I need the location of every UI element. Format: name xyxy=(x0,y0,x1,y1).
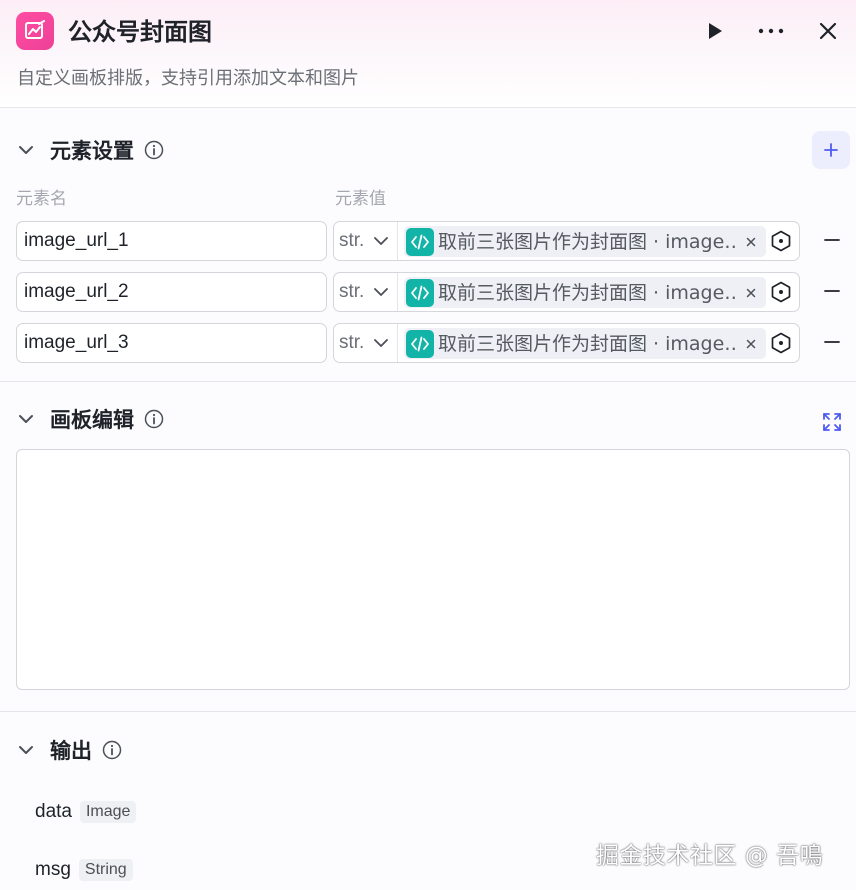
chevron-down-icon[interactable] xyxy=(16,140,36,160)
type-select[interactable]: str. xyxy=(334,222,398,260)
run-button[interactable] xyxy=(700,16,730,46)
add-element-button[interactable] xyxy=(812,131,850,169)
output-name: data xyxy=(35,801,72,822)
reference-label: 取前三张图片作为封面图 · image… xyxy=(438,230,738,253)
variable-picker-icon[interactable] xyxy=(770,281,792,303)
minus-icon xyxy=(824,239,840,241)
output-name: msg xyxy=(35,859,71,880)
output-type-badge: String xyxy=(78,859,133,881)
code-icon xyxy=(406,278,434,307)
close-icon xyxy=(819,22,837,40)
minus-icon xyxy=(824,341,840,343)
remove-reference-icon[interactable] xyxy=(744,337,758,351)
column-header-value: 元素值 xyxy=(335,189,386,209)
element-name-input[interactable]: image_url_1 xyxy=(16,221,327,261)
element-row: image_url_3 str. 取前三张图片作为封面图 · image… xyxy=(16,323,850,363)
reference-tag[interactable]: 取前三张图片作为封面图 · image… xyxy=(404,328,766,359)
element-value-field[interactable]: str. 取前三张图片作为封面图 · image… xyxy=(333,272,800,312)
output-type-badge: Image xyxy=(79,801,137,823)
minus-icon xyxy=(824,290,840,292)
type-select-value: str. xyxy=(339,332,365,353)
remove-row-button[interactable] xyxy=(822,281,842,301)
plus-icon xyxy=(824,143,838,157)
expand-icon[interactable] xyxy=(820,410,844,434)
output-header[interactable]: 输出 xyxy=(16,732,122,768)
reference-tag[interactable]: 取前三张图片作为封面图 · image… xyxy=(404,226,766,257)
info-icon[interactable] xyxy=(102,740,122,760)
variable-picker-icon[interactable] xyxy=(770,230,792,252)
type-select[interactable]: str. xyxy=(334,324,398,362)
canvas-image-icon xyxy=(16,12,54,50)
node-config-panel: 公众号封面图 自定义画板排版，支持引用添加文本和图片 元素设置 元素名 元素值 … xyxy=(0,0,856,890)
element-row: image_url_2 str. 取前三张图片作为封面图 · image… xyxy=(16,272,850,312)
canvas-editor[interactable] xyxy=(16,449,850,690)
remove-reference-icon[interactable] xyxy=(744,286,758,300)
section-divider xyxy=(0,711,856,712)
chevron-down-icon xyxy=(373,338,389,348)
close-button[interactable] xyxy=(813,16,843,46)
remove-reference-icon[interactable] xyxy=(744,235,758,249)
panel-header: 公众号封面图 自定义画板排版，支持引用添加文本和图片 xyxy=(0,0,856,108)
remove-row-button[interactable] xyxy=(822,332,842,352)
section-title: 元素设置 xyxy=(50,139,134,163)
element-name-input[interactable]: image_url_3 xyxy=(16,323,327,363)
watermark: 掘金技术社区 @ 吾鳴 xyxy=(596,843,824,869)
type-select[interactable]: str. xyxy=(334,273,398,311)
play-icon xyxy=(709,23,722,39)
output-item: data Image xyxy=(35,797,137,827)
remove-row-button[interactable] xyxy=(822,230,842,250)
element-name-input[interactable]: image_url_2 xyxy=(16,272,327,312)
more-dots-icon xyxy=(758,28,784,34)
variable-picker-icon[interactable] xyxy=(770,332,792,354)
code-icon xyxy=(406,329,434,358)
type-select-value: str. xyxy=(339,281,365,302)
section-divider xyxy=(0,381,856,382)
reference-label: 取前三张图片作为封面图 · image… xyxy=(438,281,738,304)
chevron-down-icon[interactable] xyxy=(16,409,36,429)
code-icon xyxy=(406,227,434,256)
element-row: image_url_1 str. 取前三张图片作为封面图 · image… xyxy=(16,221,850,261)
node-title[interactable]: 公众号封面图 xyxy=(68,14,212,50)
element-value-field[interactable]: str. 取前三张图片作为封面图 · image… xyxy=(333,221,800,261)
output-item: msg String xyxy=(35,855,133,885)
chevron-down-icon xyxy=(373,287,389,297)
type-select-value: str. xyxy=(339,230,365,251)
element-settings-header[interactable]: 元素设置 xyxy=(16,132,164,168)
column-header-name: 元素名 xyxy=(16,189,67,209)
chevron-down-icon xyxy=(373,236,389,246)
info-icon[interactable] xyxy=(144,140,164,160)
info-icon[interactable] xyxy=(144,409,164,429)
reference-label: 取前三张图片作为封面图 · image… xyxy=(438,332,738,355)
more-button[interactable] xyxy=(756,16,786,46)
reference-tag[interactable]: 取前三张图片作为封面图 · image… xyxy=(404,277,766,308)
section-title: 输出 xyxy=(50,739,92,763)
canvas-edit-header[interactable]: 画板编辑 xyxy=(16,401,164,437)
element-value-field[interactable]: str. 取前三张图片作为封面图 · image… xyxy=(333,323,800,363)
node-description: 自定义画板排版，支持引用添加文本和图片 xyxy=(17,68,359,89)
chevron-down-icon[interactable] xyxy=(16,740,36,760)
section-title: 画板编辑 xyxy=(50,408,134,432)
